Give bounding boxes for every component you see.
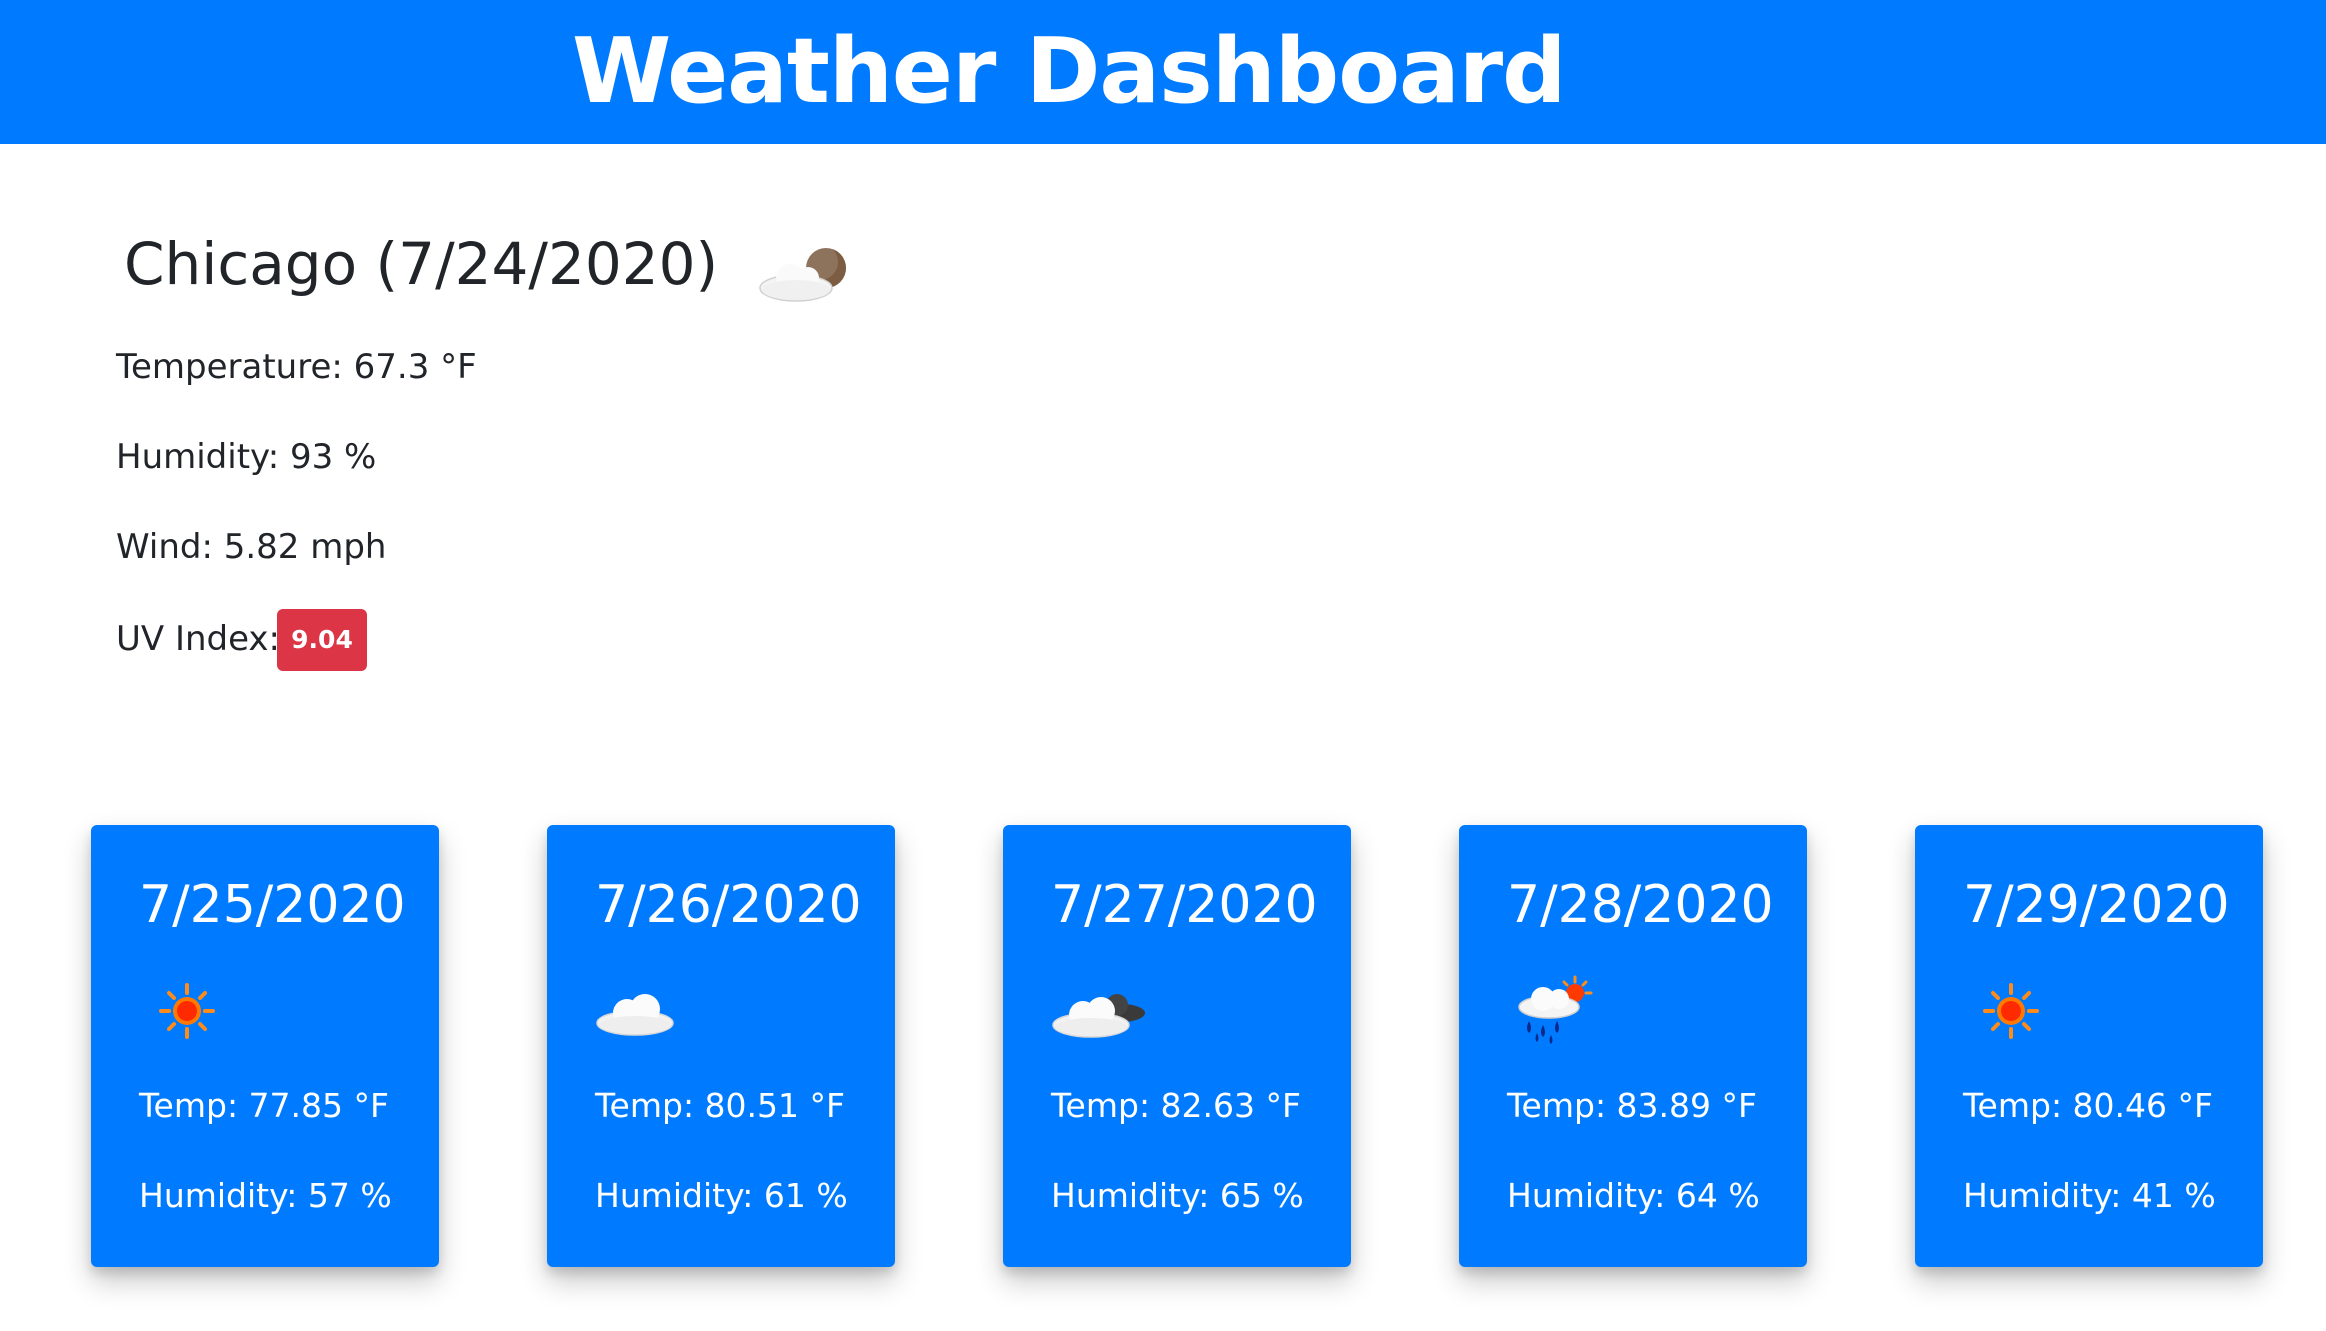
- sun-icon: [1963, 975, 2063, 1047]
- temperature-text: Temperature: 67.3 °F: [116, 347, 477, 387]
- forecast-humidity: Humidity: 57 %: [139, 1176, 392, 1215]
- forecast-temp: Temp: 82.63 °F: [1051, 1086, 1301, 1125]
- forecast-date: 7/26/2020: [595, 875, 862, 935]
- uv-index-badge: 9.04: [277, 609, 367, 671]
- page-title: Weather Dashboard: [572, 19, 1567, 124]
- forecast-humidity: Humidity: 65 %: [1051, 1176, 1304, 1215]
- current-weather-panel: Chicago (7/24/2020) Temperature: 67.3 °F…: [0, 144, 2326, 744]
- cloud-icon: [595, 975, 695, 1047]
- forecast-date: 7/29/2020: [1963, 875, 2230, 935]
- uv-index-label: UV Index:: [116, 619, 281, 659]
- humidity-text: Humidity: 93 %: [116, 437, 377, 477]
- forecast-humidity: Humidity: 41 %: [1963, 1176, 2216, 1215]
- wind-text: Wind: 5.82 mph: [116, 527, 387, 567]
- forecast-card: 7/25/2020 Temp: 77.85 °F Humidity: 57 %: [91, 825, 439, 1267]
- forecast-date: 7/27/2020: [1051, 875, 1318, 935]
- forecast-card: 7/27/2020 Temp: 82.63 °F Humidity: 65 %: [1003, 825, 1351, 1267]
- city-heading: Chicago (7/24/2020): [124, 230, 719, 298]
- rain-sun-icon: [1507, 975, 1607, 1047]
- cloudy-night-icon: [756, 244, 852, 306]
- sun-icon: [139, 975, 239, 1047]
- forecast-temp: Temp: 77.85 °F: [139, 1086, 389, 1125]
- forecast-card: 7/29/2020 Temp: 80.46 °F Humidity: 41 %: [1915, 825, 2263, 1267]
- forecast-card: 7/26/2020 Temp: 80.51 °F Humidity: 61 %: [547, 825, 895, 1267]
- forecast-card: 7/28/2020 Temp: 83.89 °F Humidity: 64 %: [1459, 825, 1807, 1267]
- forecast-humidity: Humidity: 61 %: [595, 1176, 848, 1215]
- forecast-date: 7/28/2020: [1507, 875, 1774, 935]
- broken-clouds-icon: [1051, 975, 1151, 1047]
- header-bar: Weather Dashboard: [0, 0, 2326, 144]
- forecast-date: 7/25/2020: [139, 875, 406, 935]
- forecast-temp: Temp: 83.89 °F: [1507, 1086, 1757, 1125]
- forecast-humidity: Humidity: 64 %: [1507, 1176, 1760, 1215]
- forecast-temp: Temp: 80.51 °F: [595, 1086, 845, 1125]
- forecast-temp: Temp: 80.46 °F: [1963, 1086, 2213, 1125]
